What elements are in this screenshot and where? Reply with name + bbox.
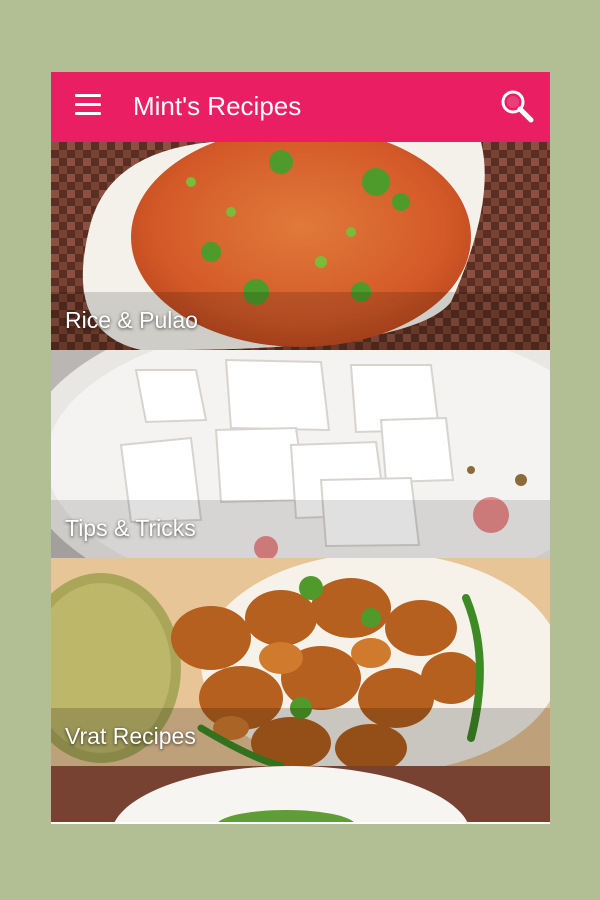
category-label: Vrat Recipes [65,723,196,749]
category-label: Rice & Pulao [65,307,198,333]
app-bar: Mint's Recipes [51,72,550,142]
category-card-vrat-recipes[interactable]: Vrat Recipes [51,558,550,766]
hamburger-menu-icon[interactable] [71,94,109,120]
category-label: Tips & Tricks [65,515,196,541]
search-icon[interactable] [497,86,537,126]
category-card-chutney[interactable] [51,766,550,822]
green-chutney-image [51,766,550,822]
app-screen: Mint's Recipes Rice & Pulao Tips & Trick… [51,72,550,824]
app-title: Mint's Recipes [133,91,302,121]
category-card-rice-pulao[interactable]: Rice & Pulao [51,142,550,350]
category-list: Rice & Pulao Tips & Tricks Vrat Recipes [51,142,550,822]
category-card-tips-tricks[interactable]: Tips & Tricks [51,350,550,558]
